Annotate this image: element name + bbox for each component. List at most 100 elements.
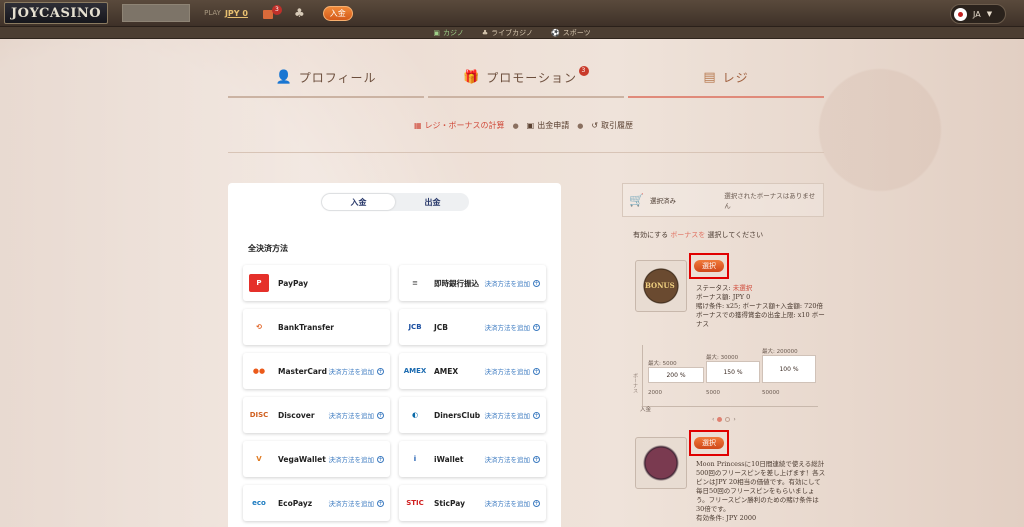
payment-method-card[interactable]: ≡ 即時銀行振込 決済方法を追加 + [399,265,546,301]
choose-highlight: ボーナスを [670,231,706,239]
nav-casino[interactable]: ▣ カジノ [433,28,464,38]
plus-circle-icon: + [533,367,540,375]
bonus-info: Moon Princessに10日間連続で使える総計500回のフリースピンを差し… [696,460,826,523]
add-payment-method-link[interactable]: 決済方法を追加 + [329,454,384,464]
add-payment-method-link[interactable]: 決済方法を追加 + [484,278,540,288]
payment-method-card[interactable]: JCB JCB 決済方法を追加 + [399,309,546,345]
choose-suffix: 選択してください [707,231,764,239]
add-payment-method-label: 決済方法を追加 [484,280,531,288]
cards-icon[interactable]: ♣ [294,6,305,20]
payment-method-name: iWallet [434,454,464,464]
payment-method-card[interactable]: i iWallet 決済方法を追加 + [399,441,546,477]
payment-method-card[interactable]: DISC Discover 決済方法を追加 + [243,397,390,433]
carousel-dot[interactable] [717,417,723,422]
payment-logo-icon: DISC [249,411,269,419]
tier-bar: 150 % [706,361,760,383]
chart-y-label: ボーナス [632,373,638,393]
bonus-min-deposit: 有効条件: JPY 2000 [696,514,757,522]
toggle-deposit[interactable]: 入金 [322,194,395,210]
payment-method-name: MasterCard [278,366,327,376]
all-methods-heading: 全決済方法 [248,244,288,253]
payment-method-card[interactable]: V VegaWallet 決済方法を追加 + [243,441,390,477]
selected-value: 選択されたボーナスはありません [724,192,816,210]
payment-method-name: AMEX [434,366,459,376]
gift-badge: 3 [271,4,282,15]
add-payment-method-label: 決済方法を追加 [484,412,531,420]
gift-button[interactable]: 3 [262,4,282,20]
balance-value[interactable]: JPY 0 [225,9,248,18]
payment-method-name: JCB [434,322,449,332]
chevron-left-icon[interactable]: ‹ [712,416,714,423]
chart-y-axis [642,345,643,407]
cashier-nav-withdraw-label: 出金申請 [537,121,570,130]
tab-promotion[interactable]: 🎁 プロモーション 3 [428,58,624,98]
deposit-button[interactable]: 入金 [322,5,353,21]
cashier-nav-withdraw[interactable]: ▣ 出金申請 [527,120,570,131]
tier-max-label: 最大: 5000 [648,361,677,367]
bonus-description: Moon Princessに10日間連続で使える総計500回のフリースピンを差し… [696,460,826,513]
gift-icon: 🎁 [463,69,481,85]
tier-max-label: 最大: 200000 [762,349,798,355]
nav-casino-label: カジノ [443,28,464,37]
tab-promotion-label: プロモーション [486,70,577,85]
add-payment-method-link[interactable]: 決済方法を追加 + [485,454,540,464]
tab-profile[interactable]: 👤 プロフィール [228,58,424,98]
payment-method-card[interactable]: AMEX AMEX 決済方法を追加 + [399,353,546,389]
withdraw-icon: ▣ [526,121,535,130]
chevron-right-icon[interactable]: › [733,416,735,423]
add-payment-method-label: 決済方法を追加 [484,368,531,376]
toggle-withdraw[interactable]: 出金 [396,193,469,211]
add-payment-method-link[interactable]: 決済方法を追加 + [329,410,384,420]
nav-live-casino-label: ライブカジノ [491,28,534,37]
username-box[interactable] [122,4,191,22]
payment-method-card[interactable]: ⟲ BankTransfer [243,309,390,345]
chevron-down-icon: ▼ [986,10,993,18]
carousel-dot[interactable] [725,417,731,422]
bonus-image-text: BONUS [645,281,675,290]
payment-method-card[interactable]: ●● MasterCard 決済方法を追加 + [243,353,390,389]
add-payment-method-label: 決済方法を追加 [484,324,531,332]
add-payment-method-link[interactable]: 決済方法を追加 + [329,366,384,376]
payment-method-name: SticPay [434,498,466,508]
add-payment-method-link[interactable]: 決済方法を追加 + [485,498,540,508]
plus-circle-icon: + [377,411,384,419]
cashier-nav-history[interactable]: ↺ 取引履歴 [591,120,633,131]
cashier-nav-bonus[interactable]: ▦ レジ・ボーナスの計算 [414,120,505,131]
add-payment-method-link[interactable]: 決済方法を追加 + [484,366,540,376]
language-selector[interactable]: JA ▼ [950,4,1006,24]
tier-bar: 100 % [762,355,816,383]
japan-flag-icon [954,7,967,21]
nav-live-casino[interactable]: ♣ ライブカジノ [482,28,533,38]
game-category-nav: ▣ カジノ ♣ ライブカジノ ⚽ スポーツ [0,27,1024,39]
payment-method-name: PayPay [278,278,309,288]
separator-dot: ● [577,121,584,130]
select-bonus-button[interactable]: 選択 [694,260,724,272]
payment-logo-icon: P [249,274,269,292]
add-payment-method-link[interactable]: 決済方法を追加 + [484,410,540,420]
cashier-nav-bonus-label: レジ・ボーナスの計算 [424,121,505,130]
payment-logo-icon: eco [252,499,266,507]
tier-from-label: 2000 [648,390,662,396]
add-payment-method-link[interactable]: 決済方法を追加 + [484,322,540,332]
deposit-withdraw-toggle: 入金 出金 [321,193,469,211]
plus-circle-icon: + [533,323,540,331]
sports-icon: ⚽ [551,28,560,37]
moon-princess-image [635,437,687,489]
payment-method-card[interactable]: ◐ DinersClub 決済方法を追加 + [399,397,546,433]
add-payment-method-label: 決済方法を追加 [328,500,375,508]
chart-x-label: 入金 [640,407,652,413]
add-payment-method-link[interactable]: 決済方法を追加 + [328,498,384,508]
history-icon: ↺ [591,121,599,130]
site-logo[interactable]: JOYCASINO [4,2,109,24]
cashier-subnav: ▦ レジ・ボーナスの計算 ● ▣ 出金申請 ● ↺ 取引履歴 [414,120,633,131]
payment-method-name: VegaWallet [278,454,326,464]
payment-method-card[interactable]: STIC SticPay 決済方法を追加 + [399,485,546,521]
payment-logo-icon: ⟲ [256,323,262,331]
status-value: 未選択 [732,284,753,292]
payment-method-name: Discover [278,410,315,420]
nav-sports[interactable]: ⚽ スポーツ [551,28,591,38]
payment-method-card[interactable]: P PayPay [243,265,390,301]
tab-cashier[interactable]: ▤ レジ [628,58,824,98]
payment-method-card[interactable]: eco EcoPayz 決済方法を追加 + [243,485,390,521]
select-bonus-button[interactable]: 選択 [694,437,724,449]
